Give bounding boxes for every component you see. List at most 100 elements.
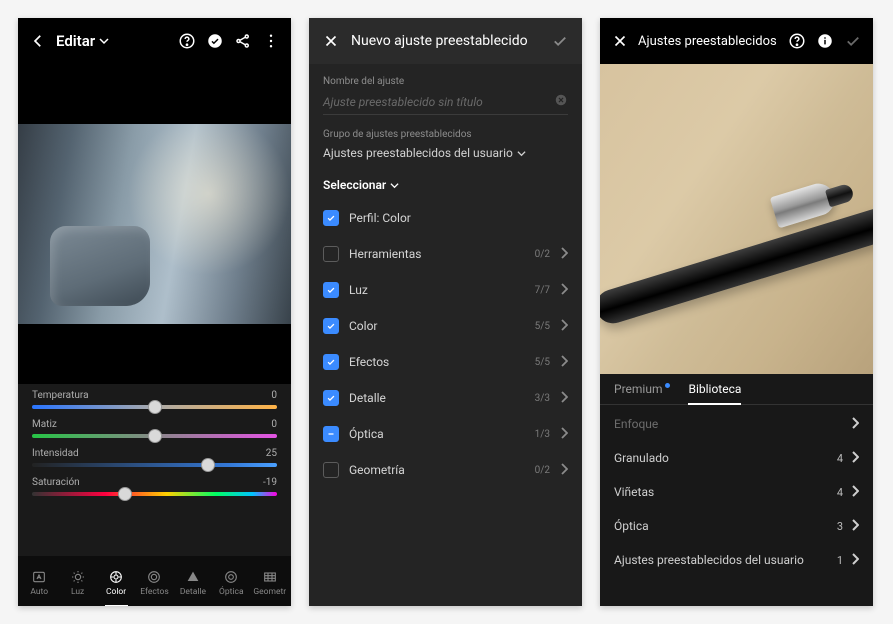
option-geometr-a[interactable]: Geometría0/2 (323, 452, 568, 488)
chevron-right-icon[interactable] (560, 427, 568, 442)
option-efectos[interactable]: Efectos5/5 (323, 344, 568, 380)
preset-row-granulado[interactable]: Granulado4 (600, 441, 873, 475)
chevron-right-icon[interactable] (851, 451, 859, 466)
option-label: Color (349, 319, 525, 333)
nav-luz[interactable]: Luz (58, 560, 96, 606)
tab-label: Premium (614, 382, 662, 396)
slider-label: Temperatura (32, 390, 89, 401)
row-label: Ajustes preestablecidos del usuario (614, 553, 829, 567)
slider-temperatura[interactable]: Temperatura0 (32, 390, 277, 409)
info-icon[interactable] (815, 31, 835, 51)
chevron-right-icon[interactable] (851, 485, 859, 500)
chevron-right-icon[interactable] (560, 247, 568, 262)
chevron-right-icon[interactable] (560, 463, 568, 478)
option-count: 0/2 (535, 465, 550, 476)
option-perfil-color[interactable]: Perfil: Color (323, 200, 568, 236)
preset-row--ptica[interactable]: Óptica 3 (600, 509, 873, 543)
nav-detalle[interactable]: Detalle (174, 560, 212, 606)
checkbox[interactable] (323, 390, 339, 406)
preset-row-vi-etas[interactable]: Viñetas4 (600, 475, 873, 509)
nav-label: Geometr (253, 587, 286, 597)
slider-matiz[interactable]: Matiz0 (32, 419, 277, 438)
slider-intensidad[interactable]: Intensidad 25 (32, 448, 277, 467)
chevron-right-icon[interactable] (851, 417, 859, 432)
badge-dot-icon (665, 383, 670, 388)
slider-value: 25 (266, 448, 277, 459)
confirm-icon[interactable] (843, 31, 863, 51)
chevron-right-icon[interactable] (851, 519, 859, 534)
checkbox[interactable] (323, 210, 339, 226)
option-count: 1/3 (535, 429, 550, 440)
more-icon[interactable] (261, 31, 281, 51)
nav-geom[interactable]: Geometr (251, 560, 289, 606)
option-label: Efectos (349, 355, 525, 369)
chevron-right-icon[interactable] (560, 319, 568, 334)
row-label: Óptica (614, 519, 829, 533)
clear-icon[interactable] (554, 93, 568, 110)
slider-thumb[interactable] (148, 400, 162, 414)
slider-track[interactable] (32, 492, 277, 496)
preview-photo[interactable] (600, 64, 873, 374)
checkbox[interactable] (323, 354, 339, 370)
confirm-icon[interactable] (550, 31, 570, 51)
help-icon[interactable] (787, 31, 807, 51)
preset-group-select[interactable]: Ajustes preestablecidos del usuario (323, 146, 568, 160)
tab-biblioteca[interactable]: Biblioteca (688, 382, 741, 404)
checkbox[interactable] (323, 246, 339, 262)
select-toggle[interactable]: Seleccionar (323, 178, 568, 192)
row-count: 1 (837, 554, 843, 567)
checkbox[interactable] (323, 282, 339, 298)
panel-new-preset: Nuevo ajuste preestablecido Nombre del a… (309, 18, 582, 606)
preset-row-ajustes-preestablecidos-del-usuario[interactable]: Ajustes preestablecidos del usuario 1 (600, 543, 873, 577)
nav-efectos[interactable]: Efectos (135, 560, 173, 606)
checkbox[interactable] (323, 426, 339, 442)
photo-canvas[interactable] (18, 64, 291, 384)
help-icon[interactable] (177, 31, 197, 51)
slider-track[interactable] (32, 434, 277, 438)
slider-thumb[interactable] (148, 429, 162, 443)
accept-icon[interactable] (205, 31, 225, 51)
edit-title[interactable]: Editar (56, 32, 109, 50)
option-herramientas[interactable]: Herramientas0/2 (323, 236, 568, 272)
close-icon[interactable] (321, 31, 341, 51)
option-count: 0/2 (535, 249, 550, 260)
preset-options-list: Perfil: Color Herramientas0/2Luz7/7Color5… (323, 200, 568, 488)
slider-track[interactable] (32, 405, 277, 409)
slider-thumb[interactable] (201, 458, 215, 472)
share-icon[interactable] (233, 31, 253, 51)
option-detalle[interactable]: Detalle3/3 (323, 380, 568, 416)
panel-presets: Ajustes preestablecidos PremiumBibliotec… (600, 18, 873, 606)
optica-icon (222, 569, 240, 585)
nav-color[interactable]: Color (97, 560, 135, 606)
nav-auto[interactable]: Auto (20, 560, 58, 606)
preset-name-input[interactable]: Ajuste preestablecido sin título (323, 93, 568, 115)
chevron-right-icon[interactable] (560, 391, 568, 406)
slider-thumb[interactable] (118, 487, 132, 501)
option-color[interactable]: Color5/5 (323, 308, 568, 344)
option-label: Perfil: Color (349, 211, 568, 225)
tab-premium[interactable]: Premium (614, 382, 670, 404)
option-luz[interactable]: Luz7/7 (323, 272, 568, 308)
checkbox[interactable] (323, 462, 339, 478)
preset-title: Nuevo ajuste preestablecido (351, 33, 540, 49)
chevron-right-icon[interactable] (560, 283, 568, 298)
slider-label: Saturación (32, 477, 80, 488)
chevron-right-icon[interactable] (560, 355, 568, 370)
group-value-text: Ajustes preestablecidos del usuario (323, 146, 513, 160)
slider-track[interactable] (32, 463, 277, 467)
option-count: 3/3 (535, 393, 550, 404)
nav-optica[interactable]: Óptica (212, 560, 250, 606)
presets-category-list: EnfoqueGranulado4Viñetas4 Óptica 3 Ajustes … (600, 405, 873, 606)
back-icon[interactable] (28, 31, 48, 51)
slider-label: Intensidad (32, 448, 79, 459)
checkbox[interactable] (323, 318, 339, 334)
slider-saturación[interactable]: Saturación-19 (32, 477, 277, 496)
row-count: 3 (837, 520, 843, 533)
preset-row-enfoque[interactable]: Enfoque (600, 407, 873, 441)
nav-label: Color (106, 587, 126, 597)
row-count: 4 (837, 486, 843, 499)
slider-value: 0 (271, 419, 277, 430)
chevron-right-icon[interactable] (851, 553, 859, 568)
option--ptica[interactable]: Óptica1/3 (323, 416, 568, 452)
close-icon[interactable] (610, 31, 630, 51)
